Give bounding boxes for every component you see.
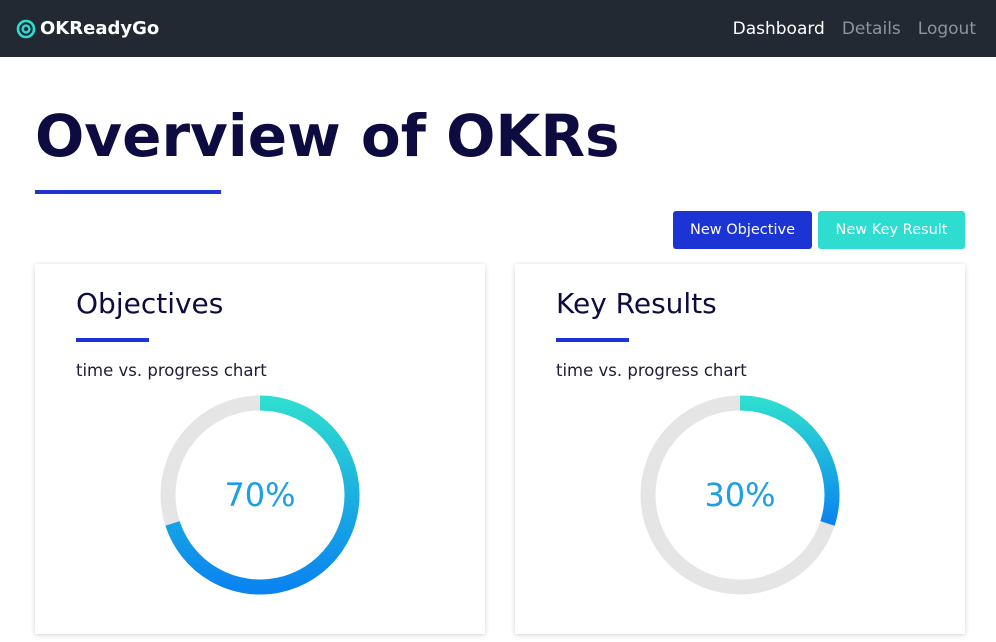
card-title: Objectives xyxy=(76,287,224,320)
progress-value: 70% xyxy=(224,476,296,514)
progress-ring: 30% xyxy=(640,395,840,595)
objectives-card: Objectives time vs. progress chart 70% xyxy=(35,264,485,634)
card-subtitle: time vs. progress chart xyxy=(76,361,267,380)
nav-link-details[interactable]: Details xyxy=(842,19,901,39)
new-key-result-button[interactable]: New Key Result xyxy=(818,211,965,249)
brand-name: OKReadyGo xyxy=(40,18,160,39)
page-title: Overview of OKRs xyxy=(35,102,620,170)
nav-link-logout[interactable]: Logout xyxy=(918,19,976,39)
card-underline xyxy=(556,338,629,342)
progress-value: 30% xyxy=(704,476,776,514)
nav-link-dashboard[interactable]: Dashboard xyxy=(733,19,825,39)
new-objective-button[interactable]: New Objective xyxy=(673,211,812,249)
top-navbar: OKReadyGo Dashboard Details Logout xyxy=(0,0,996,57)
key-results-card: Key Results time vs. progress chart 30% xyxy=(515,264,965,634)
target-icon xyxy=(16,19,36,39)
nav-links: Dashboard Details Logout xyxy=(733,0,976,57)
card-subtitle: time vs. progress chart xyxy=(556,361,747,380)
progress-ring: 70% xyxy=(160,395,360,595)
card-title: Key Results xyxy=(556,287,717,320)
brand-logo-link[interactable]: OKReadyGo xyxy=(16,0,159,57)
card-underline xyxy=(76,338,149,342)
title-underline xyxy=(35,190,221,194)
